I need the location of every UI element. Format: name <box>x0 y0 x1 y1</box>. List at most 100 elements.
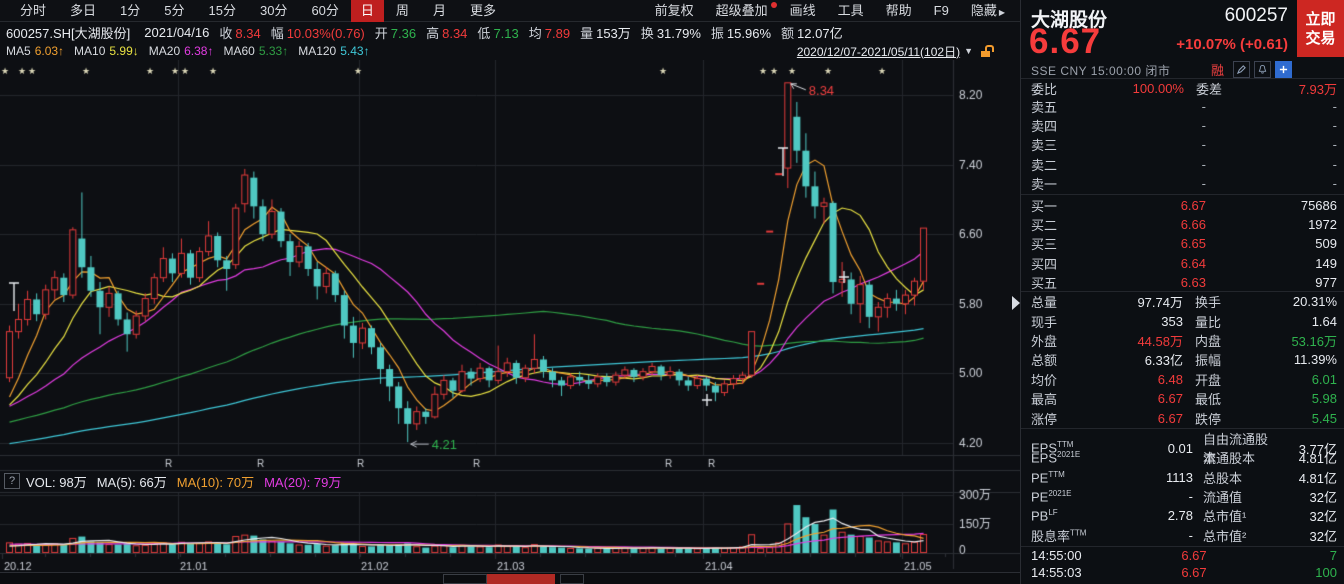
bid-price: 6.67 <box>1075 198 1206 213</box>
stat-value: 6.67 <box>1075 411 1183 426</box>
info-field-label: 高 <box>426 26 439 41</box>
info-field-量: 量153万 <box>580 23 631 42</box>
order-book: 卖五--卖四--卖三--卖二--卖一--买一6.6775686买二6.66197… <box>1021 97 1344 292</box>
bid-volume: 509 <box>1206 236 1337 251</box>
fundamental-label2: 总市值² <box>1193 526 1273 545</box>
tab-周[interactable]: 周 <box>384 0 421 22</box>
main-chart-canvas[interactable] <box>0 60 1020 572</box>
unlock-icon[interactable] <box>981 45 992 58</box>
tab-5分[interactable]: 5分 <box>152 0 196 22</box>
menu-前复权[interactable]: 前复权 <box>644 0 705 22</box>
ask-label: 卖二 <box>1031 155 1075 174</box>
menu-F9[interactable]: F9 <box>923 0 960 22</box>
fundamental-value2: 32亿 <box>1273 526 1337 545</box>
ask-row[interactable]: 卖四-- <box>1021 116 1344 135</box>
stat-label: 振幅 <box>1183 350 1229 369</box>
tab-日[interactable]: 日 <box>351 0 384 22</box>
bid-label: 买四 <box>1031 254 1075 273</box>
info-field-均: 均7.89 <box>529 23 570 42</box>
ma-values: MA56.03↑MA105.99↓MA206.38↑MA605.33↑MA120… <box>6 44 380 58</box>
menu-隐藏[interactable]: 隐藏▶ <box>960 0 1016 22</box>
menu-工具[interactable]: 工具 <box>827 0 875 22</box>
tick-row: 14:55:006.677 <box>1021 547 1344 564</box>
fundamentals-grid: EPSTTM0.01自由流通股本3.77亿EPS2021E流通股本4.81亿PE… <box>1021 428 1344 545</box>
fundamental-row: PETTM1113总股本4.81亿 <box>1021 468 1344 487</box>
ma-indicator-bar: MA56.03↑MA105.99↓MA206.38↑MA605.33↑MA120… <box>0 42 1020 60</box>
ask-price: - <box>1075 157 1206 172</box>
stats-grid: 总量97.74万换手20.31%现手353量比1.64外盘44.58万内盘53.… <box>1021 291 1344 428</box>
date-range-link[interactable]: 2020/12/07-2021/05/11(102日) <box>797 43 960 60</box>
menu-画线[interactable]: 画线 <box>779 0 827 22</box>
stat-row: 涨停6.67跌停5.45 <box>1021 408 1344 427</box>
info-field-value: 153万 <box>596 26 631 41</box>
tab-分时[interactable]: 分时 <box>8 0 58 22</box>
trade-now-button[interactable]: 立即 交易 <box>1297 0 1344 57</box>
info-field-value: 7.13 <box>493 26 518 41</box>
tick-time: 14:55:03 <box>1031 565 1121 580</box>
tab-1分[interactable]: 1分 <box>108 0 152 22</box>
info-field-label: 振 <box>711 26 724 41</box>
bid-row[interactable]: 买五6.63977 <box>1021 273 1344 292</box>
stat-value: 20.31% <box>1229 294 1337 309</box>
info-field-label: 均 <box>529 26 542 41</box>
info-field-label: 量 <box>580 26 593 41</box>
ask-volume: - <box>1206 99 1337 114</box>
vol-part-2: MA(10): 70万 <box>177 472 254 491</box>
tick-price: 6.67 <box>1121 548 1267 563</box>
stat-label: 总额 <box>1031 350 1075 369</box>
tab-30分[interactable]: 30分 <box>248 0 299 22</box>
tick-volume: 100 <box>1267 565 1337 580</box>
menu-超级叠加[interactable]: 超级叠加 <box>705 0 779 22</box>
stat-value: 6.01 <box>1229 372 1337 387</box>
tab-60分[interactable]: 60分 <box>299 0 350 22</box>
tab-更多[interactable]: 更多 <box>458 0 508 22</box>
stat-row: 总量97.74万换手20.31% <box>1021 292 1344 311</box>
info-fields: 收8.34幅10.03%(0.76)开7.36高8.34低7.13均7.89量1… <box>219 23 852 42</box>
chevron-down-icon[interactable]: ▼ <box>964 46 973 56</box>
help-icon[interactable]: ? <box>4 473 20 489</box>
info-field-value: 7.89 <box>545 26 570 41</box>
edit-pencil-icon[interactable] <box>1233 61 1250 78</box>
info-field-低: 低7.13 <box>477 23 518 42</box>
bid-volume: 149 <box>1206 256 1337 271</box>
info-field-高: 高8.34 <box>426 23 467 42</box>
ask-row[interactable]: 卖二-- <box>1021 155 1344 174</box>
ask-row[interactable]: 卖三-- <box>1021 135 1344 154</box>
vol-part-1: MA(5): 66万 <box>97 472 167 491</box>
book-divider <box>1021 194 1344 195</box>
fundamental-value: - <box>1105 528 1193 543</box>
ma-item-MA10: MA105.99↓ <box>74 44 139 58</box>
fundamental-value: 1113 <box>1105 470 1193 485</box>
tab-月[interactable]: 月 <box>421 0 458 22</box>
info-field-value: 15.96% <box>727 26 771 41</box>
fundamental-value2: 4.81亿 <box>1273 468 1337 487</box>
stat-label: 内盘 <box>1183 331 1229 350</box>
panel-collapse-arrow-icon[interactable] <box>1012 296 1020 310</box>
bid-volume: 977 <box>1206 275 1337 290</box>
tab-多日[interactable]: 多日 <box>58 0 108 22</box>
ask-price: - <box>1075 99 1206 114</box>
menu-帮助[interactable]: 帮助 <box>875 0 923 22</box>
fundamental-label: 股息率TTM <box>1031 526 1105 545</box>
ask-row[interactable]: 卖五-- <box>1021 97 1344 116</box>
tab-15分[interactable]: 15分 <box>197 0 248 22</box>
stat-label: 最低 <box>1183 389 1229 408</box>
scrollbar-segment[interactable] <box>443 574 487 584</box>
bid-row[interactable]: 买一6.6775686 <box>1021 196 1344 215</box>
stat-value: 353 <box>1075 314 1183 329</box>
bid-row[interactable]: 买二6.661972 <box>1021 215 1344 234</box>
alert-bell-icon[interactable] <box>1254 61 1271 78</box>
tool-menu: 前复权超级叠加画线工具帮助F9隐藏▶ <box>644 0 1016 22</box>
volume-values: VOL: 98万MA(5): 66万MA(10): 70万MA(20): 79万 <box>26 472 351 491</box>
ask-row[interactable]: 卖一-- <box>1021 174 1344 193</box>
bid-row[interactable]: 买四6.64149 <box>1021 254 1344 273</box>
stat-value: 53.16万 <box>1229 331 1337 350</box>
info-field-收: 收8.34 <box>219 23 260 42</box>
scrollbar-thumb[interactable] <box>487 574 555 584</box>
scrollbar-handle[interactable] <box>560 574 584 584</box>
info-field-label: 换 <box>641 26 654 41</box>
bid-row[interactable]: 买三6.65509 <box>1021 234 1344 253</box>
add-watchlist-icon[interactable] <box>1275 61 1292 78</box>
chart-scrollbar[interactable] <box>0 572 1020 584</box>
bid-price: 6.65 <box>1075 236 1206 251</box>
